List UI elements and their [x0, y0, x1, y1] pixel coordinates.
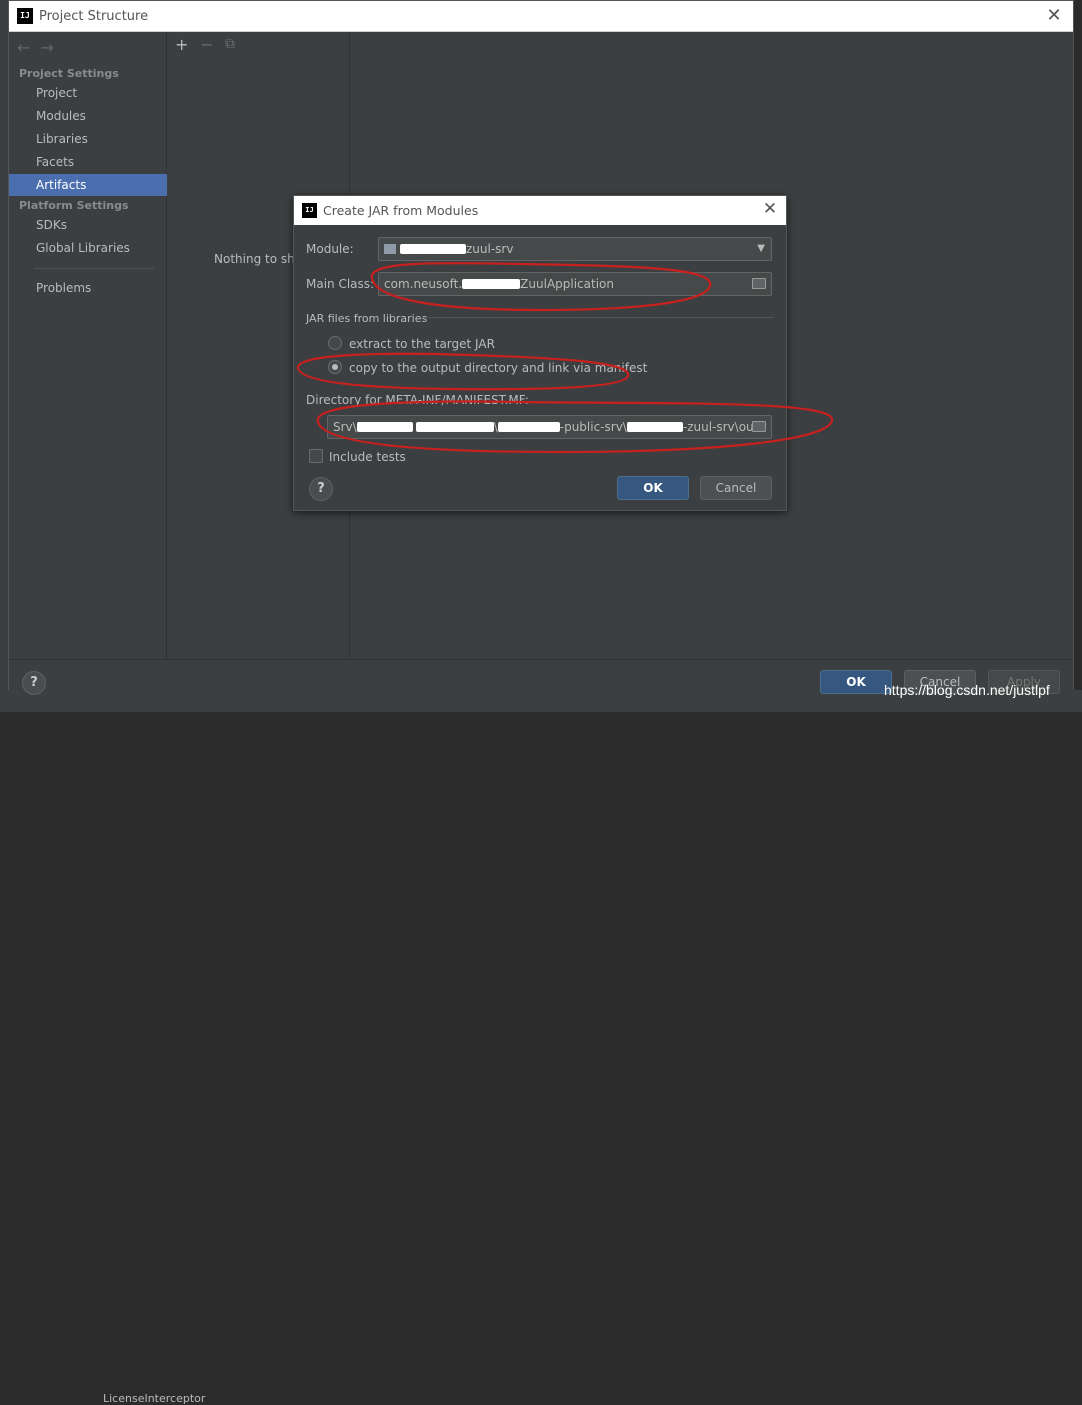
- manifest-path-part: Srv\: [333, 420, 357, 434]
- dialog-cancel-button[interactable]: Cancel: [700, 476, 772, 500]
- module-value: zuul-srv: [466, 242, 514, 256]
- nav-arrows: ←→: [17, 38, 64, 57]
- main-class-suffix: ZuulApplication: [520, 277, 614, 291]
- copy-radio[interactable]: [328, 360, 342, 374]
- manifest-path-part: -zuul-srv\out: [682, 420, 759, 434]
- include-tests-label[interactable]: Include tests: [329, 450, 406, 464]
- add-icon[interactable]: +: [175, 35, 188, 54]
- watermark-text: https://blog.csdn.net/justlpf: [884, 682, 1050, 698]
- group-separator: [422, 317, 774, 318]
- include-tests-checkbox[interactable]: [309, 449, 323, 463]
- sidebar-item-facets[interactable]: Facets: [9, 151, 167, 173]
- sidebar-item-problems[interactable]: Problems: [9, 277, 167, 299]
- help-button[interactable]: ?: [22, 671, 46, 695]
- sidebar-item-artifacts[interactable]: Artifacts: [9, 174, 167, 196]
- project-settings-header: Project Settings: [19, 67, 119, 80]
- back-arrow-icon[interactable]: ←: [17, 38, 40, 57]
- sidebar-item-sdks[interactable]: SDKs: [9, 214, 167, 236]
- extract-radio-label[interactable]: extract to the target JAR: [349, 337, 495, 351]
- jar-files-group-label: JAR files from libraries: [306, 312, 428, 325]
- sidebar-divider: [34, 268, 154, 269]
- background-class-name: LicenseInterceptor: [103, 1392, 206, 1405]
- redacted-mask: [400, 244, 466, 254]
- module-folder-icon: [384, 244, 396, 254]
- window-title: Project Structure: [39, 9, 149, 24]
- sidebar: ←→ Project Settings Project Modules Libr…: [9, 32, 167, 659]
- intellij-logo-icon: IJ: [17, 8, 33, 24]
- dialog-ok-button[interactable]: OK: [617, 476, 689, 500]
- sidebar-item-project[interactable]: Project: [9, 82, 167, 104]
- platform-settings-header: Platform Settings: [19, 199, 129, 212]
- redacted-mask: [356, 422, 413, 432]
- redacted-mask: [462, 279, 521, 289]
- ok-button[interactable]: OK: [820, 670, 892, 694]
- redacted-mask: [497, 422, 560, 432]
- empty-list-text: Nothing to sho: [214, 252, 303, 266]
- module-label: Module:: [306, 242, 354, 256]
- folder-browse-icon[interactable]: [752, 421, 766, 432]
- copy-radio-label[interactable]: copy to the output directory and link vi…: [349, 361, 647, 375]
- chevron-down-icon: ▼: [757, 243, 765, 254]
- main-class-prefix: com.neusoft.: [384, 277, 463, 291]
- manifest-dir-label: Directory for META-INF/MANIFEST.MF:: [306, 393, 529, 407]
- remove-icon[interactable]: −: [200, 35, 213, 54]
- module-combobox[interactable]: zuul-srv ▼: [378, 237, 772, 261]
- dialog-title: Create JAR from Modules: [323, 203, 479, 218]
- sidebar-item-global-libraries[interactable]: Global Libraries: [9, 237, 167, 259]
- main-class-field[interactable]: com.neusoft. ZuulApplication: [378, 272, 772, 296]
- window-close-icon[interactable]: ✕: [1043, 5, 1065, 26]
- create-jar-dialog: IJ Create JAR from Modules ✕ Module: zuu…: [293, 195, 787, 511]
- dialog-help-button[interactable]: ?: [309, 477, 333, 501]
- manifest-path-part: -public-srv\: [559, 420, 627, 434]
- intellij-logo-icon: IJ: [302, 203, 317, 218]
- redacted-mask: [415, 422, 494, 432]
- forward-arrow-icon[interactable]: →: [40, 38, 63, 57]
- sidebar-item-libraries[interactable]: Libraries: [9, 128, 167, 150]
- folder-browse-icon[interactable]: [752, 278, 766, 289]
- ide-background-left: [0, 0, 8, 712]
- redacted-mask: [626, 422, 683, 432]
- main-class-label: Main Class:: [306, 277, 375, 291]
- manifest-dir-field[interactable]: Srv\ \ -public-srv\ -zuul-srv\out: [327, 415, 772, 439]
- window-titlebar: IJ Project Structure ✕: [9, 1, 1073, 32]
- sidebar-item-modules[interactable]: Modules: [9, 105, 167, 127]
- dialog-titlebar: IJ Create JAR from Modules ✕: [294, 196, 786, 225]
- extract-radio[interactable]: [328, 336, 342, 350]
- copy-icon[interactable]: ⧉: [225, 36, 235, 52]
- dialog-close-icon[interactable]: ✕: [760, 199, 780, 219]
